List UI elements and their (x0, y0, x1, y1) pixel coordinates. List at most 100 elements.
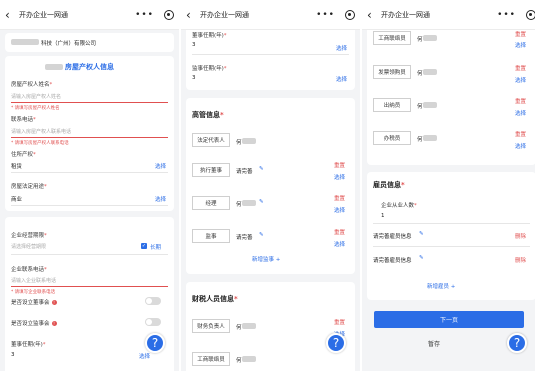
owner-card: 房屋产权人信息 房屋产权人姓名* 请输入房屋产权人姓名 * 请填写房屋产权人姓名… (5, 56, 174, 211)
tax-card: 工商联络员 何 重置 选择 发票领购员 何 重置 选择 出纳员 何 重置 选择 … (367, 30, 535, 165)
phone-label: 企业联系电话* (11, 267, 47, 273)
edit-icon[interactable]: ✎ (259, 232, 264, 238)
exec-card: 高管信息* 法定代表人 何 执行董事 请完善 ✎ 重置 选择 经理 何 ✎ 重置… (186, 98, 355, 274)
board-label: 是否设立董事会! (11, 300, 57, 306)
nav-bar: ‹ 开办企业一网通 ••• (0, 0, 179, 30)
divider (192, 54, 349, 55)
owner-name-input[interactable]: 请输入房屋产权人姓名 (11, 93, 61, 100)
supervisor-label: 是否设立监事会! (11, 321, 57, 327)
edit-icon[interactable]: ✎ (259, 166, 264, 172)
usage-select-button[interactable]: 选择 (155, 195, 166, 203)
cashier-select-button[interactable]: 选择 (515, 109, 526, 117)
manager-reset-button[interactable]: 重置 (334, 194, 345, 202)
emp-1[interactable]: 请完善雇员信息 (373, 232, 412, 240)
redacted-text (423, 102, 437, 108)
company-card: 科技（广州）有限公司 (5, 33, 174, 52)
emp-count-value[interactable]: 1 (381, 213, 385, 219)
exec-director-select-button[interactable]: 选择 (334, 173, 345, 181)
business-reset-button[interactable]: 重置 (515, 30, 526, 38)
director-term-select-button[interactable]: 选择 (139, 352, 150, 360)
property-value: 租赁 (11, 164, 23, 170)
chevron-left-icon[interactable]: ‹ (186, 8, 196, 22)
help-icon[interactable]: ? (507, 333, 527, 353)
legal-rep-value: 何 (236, 140, 242, 146)
property-select-button[interactable]: 选择 (155, 162, 166, 170)
finance-value: 何 (236, 325, 242, 331)
legal-rep-role: 法定代表人 (192, 133, 230, 147)
close-circle-icon[interactable] (526, 9, 535, 20)
add-employee-button[interactable]: 新增雇员 + (427, 282, 455, 290)
redacted-text (11, 39, 39, 45)
invoice-value: 何 (417, 71, 423, 77)
supervisor-select-button[interactable]: 选择 (334, 240, 345, 248)
contact-phone-input[interactable]: 请输入房屋产权人联系电话 (11, 128, 71, 135)
supervisor-role: 监事 (192, 229, 230, 243)
board-toggle[interactable] (145, 297, 161, 305)
business-select-button[interactable]: 选择 (515, 41, 526, 49)
supervisor-value[interactable]: 请完善 (236, 233, 253, 241)
business-value: 何 (236, 358, 242, 364)
edit-icon[interactable]: ✎ (419, 255, 424, 261)
redacted-text (45, 64, 63, 70)
close-circle-icon[interactable] (345, 9, 355, 20)
input-underline (11, 137, 168, 138)
help-icon[interactable]: ? (145, 333, 165, 353)
term-input[interactable]: 请选择经营期限 (11, 243, 46, 250)
exec-director-value[interactable]: 请完善 (236, 167, 253, 175)
emp-2[interactable]: 请完善雇员信息 (373, 256, 412, 264)
director-term-value: 3 (192, 42, 196, 48)
supervisor-term-select-button[interactable]: 选择 (336, 75, 347, 83)
chevron-left-icon[interactable]: ‹ (367, 8, 377, 22)
next-page-button[interactable]: 下一页 (374, 311, 524, 328)
tax-card: 财税人员信息* 财务负责人 何 重置 选择 工商联络员 何 (186, 282, 355, 371)
help-icon[interactable]: ? (326, 333, 346, 353)
save-draft-button[interactable]: 暂存 (374, 336, 494, 351)
emp-2-delete-button[interactable]: 删除 (515, 256, 526, 264)
tax-role: 办税员 (373, 131, 411, 145)
more-icon[interactable]: ••• (316, 10, 335, 20)
nav-bar: ‹ 开办企业一网通 ••• (181, 0, 360, 30)
more-icon[interactable]: ••• (135, 10, 154, 20)
supervisor-term-value: 3 (192, 75, 196, 81)
check-icon[interactable]: ✓ (141, 243, 147, 249)
redacted-text (242, 138, 256, 144)
emp-1-delete-button[interactable]: 删除 (515, 232, 526, 240)
warning-icon: ! (51, 300, 57, 305)
exec-director-reset-button[interactable]: 重置 (334, 161, 345, 169)
redacted-text (242, 356, 256, 362)
edit-icon[interactable]: ✎ (419, 231, 424, 237)
manager-role: 经理 (192, 196, 230, 210)
property-label: 住所产权* (11, 152, 36, 158)
finance-reset-button[interactable]: 重置 (334, 318, 345, 326)
supervisor-reset-button[interactable]: 重置 (334, 228, 345, 236)
divider (11, 205, 168, 206)
close-circle-icon[interactable] (164, 9, 174, 20)
invoice-reset-button[interactable]: 重置 (515, 64, 526, 72)
tax-select-button[interactable]: 选择 (515, 142, 526, 150)
invoice-select-button[interactable]: 选择 (515, 76, 526, 84)
tax-value: 何 (417, 137, 423, 143)
screen-2: ‹ 开办企业一网通 ••• 董事任期(年)* 3 选择 监事任期(年)* 3 选… (181, 0, 360, 371)
add-supervisor-button[interactable]: 新增监事 + (252, 255, 280, 263)
chevron-left-icon[interactable]: ‹ (5, 8, 15, 22)
supervisor-term-label: 监事任期(年)* (192, 66, 227, 72)
cashier-reset-button[interactable]: 重置 (515, 97, 526, 105)
manager-select-button[interactable]: 选择 (334, 206, 345, 214)
business-role: 工商联络员 (373, 31, 411, 45)
director-term-select-button[interactable]: 选择 (336, 44, 347, 52)
edit-icon[interactable]: ✎ (259, 199, 264, 205)
term-long-option[interactable]: 长期 (150, 243, 161, 251)
usage-value: 商业 (11, 197, 23, 203)
owner-name-label: 房屋产权人姓名* (11, 82, 53, 88)
more-icon[interactable]: ••• (497, 10, 516, 20)
redacted-text (423, 69, 437, 75)
tax-reset-button[interactable]: 重置 (515, 130, 526, 138)
input-underline (11, 286, 168, 287)
section-title: 雇员信息* (373, 181, 405, 189)
contact-phone-label: 联系电话* (11, 117, 36, 123)
phone-input[interactable]: 请输入企业联系电话 (11, 277, 56, 284)
divider (373, 246, 530, 247)
usage-label: 房屋法定用途* (11, 184, 47, 190)
supervisor-toggle[interactable] (145, 318, 161, 326)
nav-bar: ‹ 开办企业一网通 ••• (362, 0, 535, 30)
